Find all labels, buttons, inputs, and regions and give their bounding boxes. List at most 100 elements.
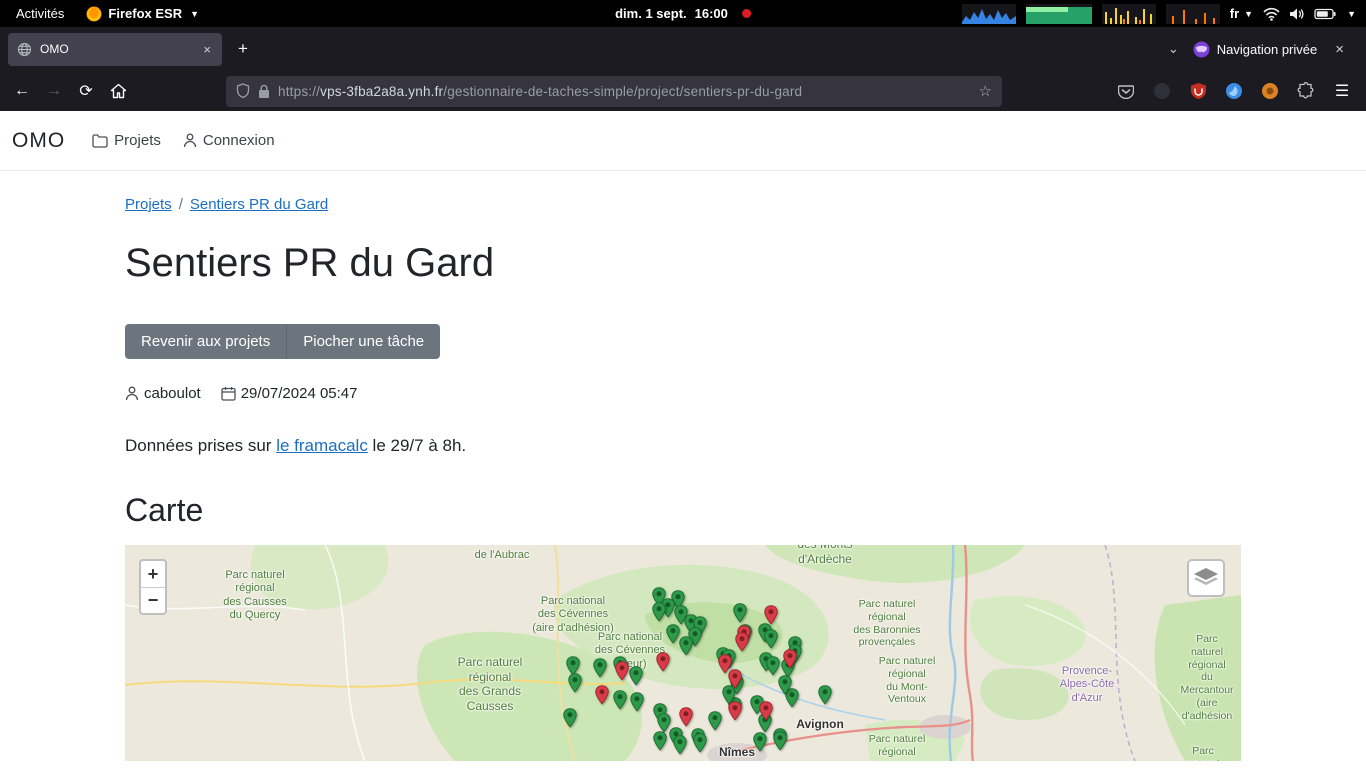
reload-button[interactable]: ⟳ [70, 75, 102, 107]
private-browsing-badge: Navigation privée [1193, 41, 1317, 58]
site-brand[interactable]: OMO [12, 129, 65, 153]
map-marker-green[interactable] [773, 731, 787, 751]
ublock-icon [1190, 82, 1207, 100]
recording-indicator-icon [742, 9, 751, 18]
map-marker-green[interactable] [766, 656, 780, 676]
tab-close-button[interactable]: × [201, 42, 213, 57]
nav-login[interactable]: Connexion [183, 132, 275, 149]
map-marker-red[interactable] [764, 605, 778, 625]
map-zoom-control: + − [139, 559, 167, 615]
map-section-title: Carte [125, 492, 1241, 529]
extensions-button[interactable] [1290, 75, 1322, 107]
map-marker-green[interactable] [778, 675, 792, 695]
map-marker-green[interactable] [563, 708, 577, 728]
system-status-area[interactable]: ▼ [1263, 7, 1356, 21]
map-marker-green[interactable] [818, 685, 832, 705]
pocket-icon [1118, 84, 1134, 99]
extension-blue-button[interactable] [1218, 75, 1250, 107]
map-marker-green[interactable] [666, 624, 680, 644]
page-content: Projets/Sentiers PR du Gard Sentiers PR … [125, 196, 1241, 761]
zoom-in-button[interactable]: + [141, 561, 165, 587]
map-marker-green[interactable] [693, 733, 707, 753]
map-label: Parc national des Cévennes (aire d'adhés… [532, 595, 614, 635]
puzzle-icon [1297, 82, 1315, 100]
back-button[interactable]: ← [6, 75, 38, 107]
orange-extension-icon [1261, 82, 1279, 100]
tab-title: OMO [40, 42, 193, 56]
map-marker-red[interactable] [718, 654, 732, 674]
volume-icon [1289, 7, 1305, 21]
private-browsing-label: Navigation privée [1217, 42, 1317, 57]
pocket-button[interactable] [1110, 75, 1142, 107]
map-marker-red[interactable] [656, 652, 670, 672]
breadcrumb-projects-link[interactable]: Projets [125, 196, 172, 213]
map-marker-green[interactable] [753, 732, 767, 752]
map-marker-green[interactable] [673, 735, 687, 755]
back-to-projects-button[interactable]: Revenir aux projets [125, 324, 286, 359]
map-marker-red[interactable] [759, 701, 773, 721]
layers-icon [1193, 567, 1219, 589]
map-label: Nîmes [719, 745, 755, 760]
map-marker-red[interactable] [783, 649, 797, 669]
activities-button[interactable]: Activités [12, 4, 68, 23]
url-bar[interactable]: https://vps-3fba2a8a.ynh.fr/gestionnaire… [226, 76, 1002, 107]
breadcrumb: Projets/Sentiers PR du Gard [125, 196, 1241, 213]
map-label: Parc naturel régional du Mercantour (air… [1180, 633, 1233, 723]
wifi-icon [1263, 7, 1280, 21]
map-marker-green[interactable] [733, 603, 747, 623]
map-label: Parc naturel régional [869, 733, 926, 759]
map-marker-red[interactable] [595, 685, 609, 705]
map-marker-red[interactable] [728, 701, 742, 721]
list-tabs-chevron-icon[interactable]: ⌄ [1168, 41, 1179, 57]
extension-orange-button[interactable] [1254, 75, 1286, 107]
menu-button[interactable]: ☰ [1326, 75, 1358, 107]
extension-darkreader-button[interactable] [1146, 75, 1178, 107]
new-tab-button[interactable]: + [228, 34, 258, 64]
map-marker-red[interactable] [615, 661, 629, 681]
calendar-icon [221, 386, 236, 401]
private-mask-icon [1193, 41, 1210, 58]
map-marker-green[interactable] [613, 690, 627, 710]
breadcrumb-current-link[interactable]: Sentiers PR du Gard [190, 196, 328, 213]
map-marker-green[interactable] [708, 711, 722, 731]
forward-button[interactable]: → [38, 75, 70, 107]
clock[interactable]: dim. 1 sept. 16:00 [615, 6, 751, 21]
map-marker-green[interactable] [629, 666, 643, 686]
clock-time: 16:00 [695, 6, 728, 21]
window-close-button[interactable]: × [1331, 41, 1348, 58]
app-menu[interactable]: Firefox ESR ▼ [86, 6, 199, 22]
url-text: https://vps-3fba2a8a.ynh.fr/gestionnaire… [278, 84, 971, 99]
map-label: Parc naturel régional des Causses du Que… [223, 569, 287, 623]
bookmark-star-icon[interactable]: ☆ [979, 82, 992, 100]
person-icon [183, 133, 197, 148]
browser-tab[interactable]: OMO × [8, 33, 222, 66]
shield-icon[interactable] [236, 83, 250, 99]
pick-task-button[interactable]: Piocher une tâche [286, 324, 440, 359]
leaflet-map[interactable]: Parc naturel régional des Causses du Que… [125, 545, 1241, 761]
clock-date: dim. 1 sept. [615, 6, 687, 21]
memory-graph-icon [1026, 4, 1092, 24]
url-host: vps-3fba2a8a.ynh.fr [320, 84, 443, 99]
framacalc-link[interactable]: le framacalc [276, 436, 368, 455]
keyboard-layout-indicator[interactable]: fr▼ [1230, 6, 1253, 21]
map-marker-green[interactable] [593, 658, 607, 678]
extension-ublock-button[interactable] [1182, 75, 1214, 107]
map-marker-green[interactable] [764, 629, 778, 649]
map-marker-green[interactable] [679, 636, 693, 656]
map-label: de l'Aubrac [475, 549, 530, 562]
url-path: /gestionnaire-de-taches-simple/project/s… [443, 84, 802, 99]
map-layers-control[interactable] [1187, 559, 1225, 597]
map-label: Parc naturel régional du Mont- Ventoux [879, 655, 936, 706]
browser-tab-strip: OMO × + ⌄ Navigation privée × [0, 27, 1366, 71]
map-marker-green[interactable] [630, 692, 644, 712]
map-marker-green[interactable] [652, 602, 666, 622]
zoom-out-button[interactable]: − [141, 587, 165, 613]
map-marker-red[interactable] [679, 707, 693, 727]
action-button-group: Revenir aux projets Piocher une tâche [125, 324, 440, 359]
lock-icon[interactable] [258, 84, 270, 99]
map-marker-green[interactable] [653, 731, 667, 751]
nav-projects[interactable]: Projets [92, 132, 161, 149]
home-button[interactable] [102, 75, 134, 107]
map-marker-red[interactable] [735, 632, 749, 652]
map-marker-green[interactable] [568, 673, 582, 693]
